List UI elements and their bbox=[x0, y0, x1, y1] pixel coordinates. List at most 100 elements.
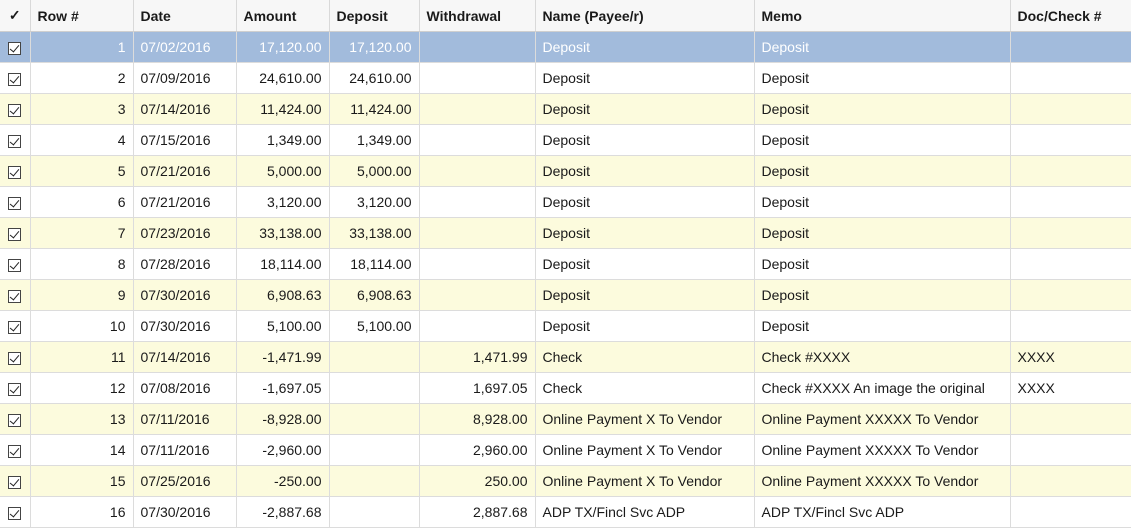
cell-row[interactable]: 15 bbox=[30, 465, 134, 497]
row-checkbox-cell[interactable] bbox=[0, 248, 31, 280]
cell-amount[interactable]: 5,100.00 bbox=[236, 310, 330, 342]
cell-memo[interactable]: Deposit bbox=[754, 124, 1011, 156]
cell-row[interactable]: 6 bbox=[30, 186, 134, 218]
column-header-memo[interactable]: Memo bbox=[754, 0, 1011, 32]
cell-name[interactable]: Check bbox=[535, 341, 755, 373]
cell-withdrawal[interactable] bbox=[419, 62, 536, 94]
table-row[interactable]: 12 07/08/2016 -1,697.05 1,697.05 Check Check … bbox=[0, 372, 1131, 404]
cell-name[interactable]: Check bbox=[535, 372, 755, 404]
table-row[interactable]: 7 07/23/2016 33,138.00 33,138.00 Deposit Depo… bbox=[0, 217, 1131, 249]
row-checkbox[interactable] bbox=[8, 289, 22, 303]
cell-deposit[interactable]: 24,610.00 bbox=[329, 62, 420, 94]
row-checkbox[interactable] bbox=[8, 320, 22, 334]
row-checkbox-cell[interactable] bbox=[0, 341, 31, 373]
cell-row[interactable]: 8 bbox=[30, 248, 134, 280]
cell-deposit[interactable] bbox=[329, 403, 420, 435]
row-checkbox-cell[interactable] bbox=[0, 93, 31, 125]
row-checkbox-cell[interactable] bbox=[0, 372, 31, 404]
column-header-deposit[interactable]: Deposit bbox=[329, 0, 420, 32]
cell-date[interactable]: 07/14/2016 bbox=[133, 341, 237, 373]
cell-memo[interactable]: Deposit bbox=[754, 31, 1011, 63]
cell-doc[interactable] bbox=[1010, 279, 1131, 311]
cell-amount[interactable]: 33,138.00 bbox=[236, 217, 330, 249]
table-row[interactable]: 14 07/11/2016 -2,960.00 2,960.00 Online Paym… bbox=[0, 434, 1131, 466]
cell-withdrawal[interactable] bbox=[419, 124, 536, 156]
column-header-row[interactable]: Row # bbox=[30, 0, 134, 32]
column-header-amount[interactable]: Amount bbox=[236, 0, 330, 32]
cell-memo[interactable]: Online Payment XXXXX To Vendor bbox=[754, 434, 1011, 466]
cell-date[interactable]: 07/30/2016 bbox=[133, 310, 237, 342]
cell-withdrawal[interactable] bbox=[419, 186, 536, 218]
table-row[interactable]: 5 07/21/2016 5,000.00 5,000.00 Deposit Deposi… bbox=[0, 155, 1131, 187]
table-row[interactable]: 15 07/25/2016 -250.00 250.00 Online Payment … bbox=[0, 465, 1131, 497]
cell-date[interactable]: 07/14/2016 bbox=[133, 93, 237, 125]
cell-memo[interactable]: Deposit bbox=[754, 155, 1011, 187]
cell-deposit[interactable] bbox=[329, 434, 420, 466]
cell-deposit[interactable]: 6,908.63 bbox=[329, 279, 420, 311]
cell-row[interactable]: 3 bbox=[30, 93, 134, 125]
row-checkbox[interactable] bbox=[8, 258, 22, 272]
cell-row[interactable]: 11 bbox=[30, 341, 134, 373]
cell-amount[interactable]: 17,120.00 bbox=[236, 31, 330, 63]
row-checkbox-cell[interactable] bbox=[0, 62, 31, 94]
cell-amount[interactable]: 1,349.00 bbox=[236, 124, 330, 156]
cell-row[interactable]: 13 bbox=[30, 403, 134, 435]
cell-name[interactable]: Deposit bbox=[535, 124, 755, 156]
row-checkbox-cell[interactable] bbox=[0, 434, 31, 466]
cell-name[interactable]: Deposit bbox=[535, 248, 755, 280]
cell-memo[interactable]: Deposit bbox=[754, 93, 1011, 125]
cell-amount[interactable]: 11,424.00 bbox=[236, 93, 330, 125]
cell-doc[interactable] bbox=[1010, 124, 1131, 156]
cell-date[interactable]: 07/11/2016 bbox=[133, 403, 237, 435]
row-checkbox-cell[interactable] bbox=[0, 31, 31, 63]
row-checkbox[interactable] bbox=[8, 196, 22, 210]
cell-row[interactable]: 12 bbox=[30, 372, 134, 404]
row-checkbox-cell[interactable] bbox=[0, 310, 31, 342]
cell-amount[interactable]: -1,471.99 bbox=[236, 341, 330, 373]
cell-amount[interactable]: -2,960.00 bbox=[236, 434, 330, 466]
cell-memo[interactable]: Online Payment XXXXX To Vendor bbox=[754, 465, 1011, 497]
row-checkbox[interactable] bbox=[8, 134, 22, 148]
cell-date[interactable]: 07/30/2016 bbox=[133, 279, 237, 311]
cell-row[interactable]: 9 bbox=[30, 279, 134, 311]
row-checkbox[interactable] bbox=[8, 413, 22, 427]
row-checkbox-cell[interactable] bbox=[0, 465, 31, 497]
cell-doc[interactable] bbox=[1010, 248, 1131, 280]
cell-doc[interactable] bbox=[1010, 155, 1131, 187]
cell-memo[interactable]: Deposit bbox=[754, 217, 1011, 249]
row-checkbox[interactable] bbox=[8, 506, 22, 520]
cell-deposit[interactable]: 18,114.00 bbox=[329, 248, 420, 280]
cell-memo[interactable]: Deposit bbox=[754, 62, 1011, 94]
cell-name[interactable]: Deposit bbox=[535, 93, 755, 125]
table-row-selected[interactable]: 1 07/02/2016 17,120.00 17,120.00 Deposit Depo… bbox=[0, 31, 1131, 63]
row-checkbox[interactable] bbox=[8, 444, 22, 458]
table-row[interactable]: 9 07/30/2016 6,908.63 6,908.63 Deposit Deposi… bbox=[0, 279, 1131, 311]
cell-deposit[interactable] bbox=[329, 341, 420, 373]
cell-name[interactable]: Deposit bbox=[535, 31, 755, 63]
row-checkbox-cell[interactable] bbox=[0, 186, 31, 218]
cell-doc[interactable] bbox=[1010, 465, 1131, 497]
cell-memo[interactable]: Deposit bbox=[754, 279, 1011, 311]
table-row[interactable]: 6 07/21/2016 3,120.00 3,120.00 Deposit Deposi… bbox=[0, 186, 1131, 218]
column-header-date[interactable]: Date bbox=[133, 0, 237, 32]
cell-doc[interactable]: XXXX bbox=[1010, 372, 1131, 404]
row-checkbox[interactable] bbox=[8, 351, 22, 365]
row-checkbox[interactable] bbox=[8, 475, 22, 489]
cell-date[interactable]: 07/21/2016 bbox=[133, 155, 237, 187]
table-row[interactable]: 8 07/28/2016 18,114.00 18,114.00 Deposit Depo… bbox=[0, 248, 1131, 280]
cell-name[interactable]: Deposit bbox=[535, 310, 755, 342]
cell-doc[interactable] bbox=[1010, 186, 1131, 218]
cell-withdrawal[interactable]: 2,960.00 bbox=[419, 434, 536, 466]
cell-date[interactable]: 07/21/2016 bbox=[133, 186, 237, 218]
table-row[interactable]: 13 07/11/2016 -8,928.00 8,928.00 Online Paym… bbox=[0, 403, 1131, 435]
cell-withdrawal[interactable] bbox=[419, 155, 536, 187]
cell-memo[interactable]: Deposit bbox=[754, 248, 1011, 280]
cell-date[interactable]: 07/09/2016 bbox=[133, 62, 237, 94]
cell-doc[interactable] bbox=[1010, 403, 1131, 435]
cell-name[interactable]: Deposit bbox=[535, 155, 755, 187]
cell-doc[interactable] bbox=[1010, 93, 1131, 125]
cell-withdrawal[interactable]: 1,697.05 bbox=[419, 372, 536, 404]
row-checkbox[interactable] bbox=[8, 72, 22, 86]
cell-deposit[interactable]: 5,100.00 bbox=[329, 310, 420, 342]
cell-withdrawal[interactable]: 1,471.99 bbox=[419, 341, 536, 373]
